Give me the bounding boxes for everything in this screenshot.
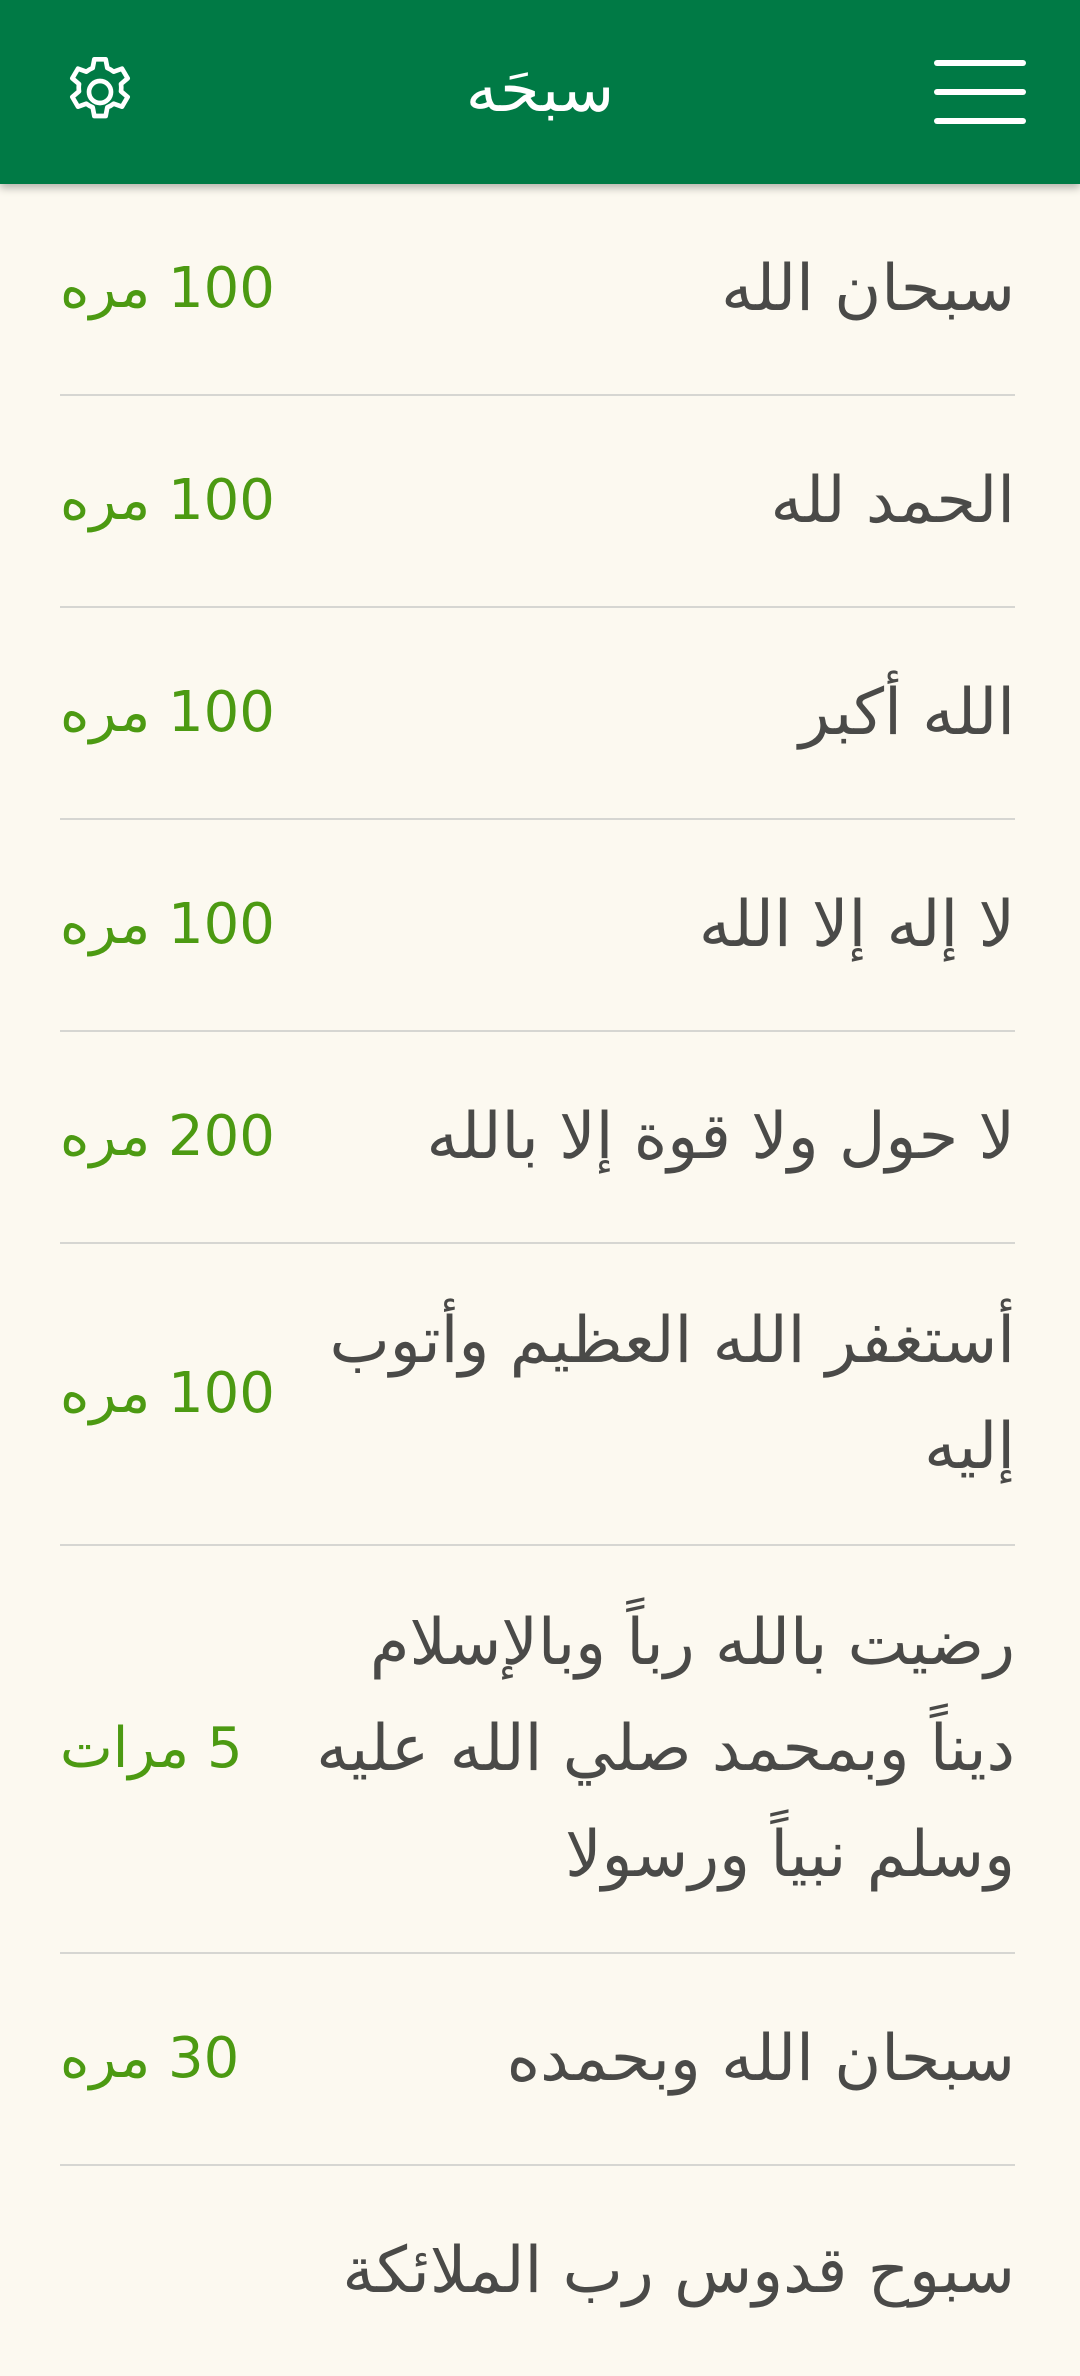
- list-item[interactable]: 100 مره لا إله إلا الله: [60, 820, 1015, 1032]
- list-item[interactable]: 100 مره أستغفر الله العظيم وأتوب إليه: [60, 1244, 1015, 1546]
- dhikr-text: أستغفر الله العظيم وأتوب إليه: [329, 1304, 1015, 1484]
- count-label: 100 مره: [60, 256, 275, 321]
- list-item[interactable]: 5 مرات رضيت بالله رباً وبالإسلام ديناً و…: [60, 1546, 1015, 1954]
- count-label: 200 مره: [60, 1104, 275, 1169]
- dhikr-text: رضيت بالله رباً وبالإسلام ديناً وبمحمد ص…: [316, 1606, 1015, 1892]
- dhikr-text: سبحان الله: [721, 252, 1015, 326]
- list-item[interactable]: 100 مره الله أكبر: [60, 608, 1015, 820]
- dhikr-text: الله أكبر: [799, 676, 1015, 750]
- list-item[interactable]: 200 مره لا حول ولا قوة إلا بالله: [60, 1032, 1015, 1244]
- hamburger-menu-icon: [934, 60, 1026, 124]
- count-label: 100 مره: [60, 468, 275, 533]
- list-item[interactable]: سبوح قدوس رب الملائكة: [60, 2166, 1015, 2376]
- menu-button[interactable]: [934, 46, 1026, 138]
- app-bar: سبحَه: [0, 0, 1080, 184]
- list-item[interactable]: 30 مره سبحان الله وبحمده: [60, 1954, 1015, 2166]
- count-label: 100 مره: [60, 680, 275, 745]
- dhikr-text: الحمد لله: [770, 464, 1015, 538]
- count-label: 5 مرات: [60, 1716, 243, 1781]
- count-label: 100 مره: [60, 892, 275, 957]
- list-item[interactable]: 100 مره سبحان الله: [60, 184, 1015, 396]
- page-title: سبحَه: [465, 53, 615, 127]
- dhikr-text: لا حول ولا قوة إلا بالله: [426, 1100, 1015, 1174]
- dhikr-text: لا إله إلا الله: [698, 888, 1015, 962]
- list-item[interactable]: 100 مره الحمد لله: [60, 396, 1015, 608]
- dhikr-text: سبحان الله وبحمده: [506, 2022, 1015, 2096]
- tasbih-list: 100 مره سبحان الله 100 مره الحمد لله 100…: [60, 184, 1015, 2376]
- dhikr-text: سبوح قدوس رب الملائكة: [342, 2234, 1015, 2308]
- count-label: 100 مره: [60, 1361, 275, 1426]
- count-label: 30 مره: [60, 2026, 240, 2091]
